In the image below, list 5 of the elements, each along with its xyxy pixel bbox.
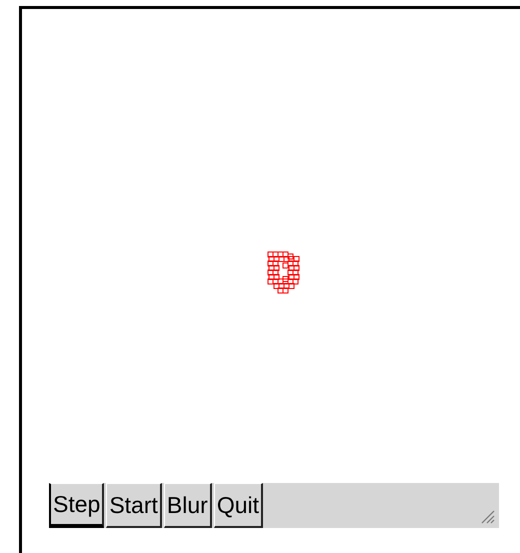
toolbar-button[interactable]: Blur [164,483,212,528]
toolbar-button[interactable]: Quit [214,483,263,528]
resize-grip-icon[interactable] [479,508,495,524]
toolbar-button[interactable]: Step [49,483,104,528]
toolbar-button[interactable]: Start [106,483,162,528]
